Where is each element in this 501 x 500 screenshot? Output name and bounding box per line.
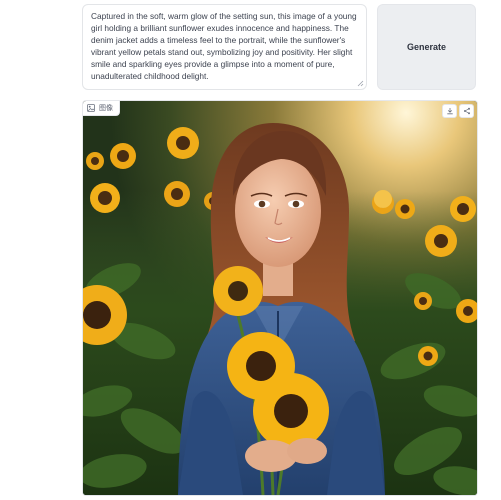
generated-image (83, 101, 477, 495)
image-toolbar (442, 104, 474, 118)
output-image-panel: 图像 (82, 100, 478, 496)
resize-grip-icon[interactable] (357, 80, 364, 87)
share-button[interactable] (459, 104, 474, 118)
download-icon (446, 108, 453, 115)
prompt-textarea[interactable]: Captured in the soft, warm glow of the s… (82, 4, 367, 90)
image-icon (87, 104, 95, 112)
prompt-text: Captured in the soft, warm glow of the s… (91, 11, 357, 81)
share-icon (463, 107, 470, 115)
image-label-text: 图像 (99, 105, 113, 112)
download-button[interactable] (442, 104, 457, 118)
image-label-badge: 图像 (83, 101, 120, 116)
generate-button[interactable]: Generate (377, 4, 476, 90)
